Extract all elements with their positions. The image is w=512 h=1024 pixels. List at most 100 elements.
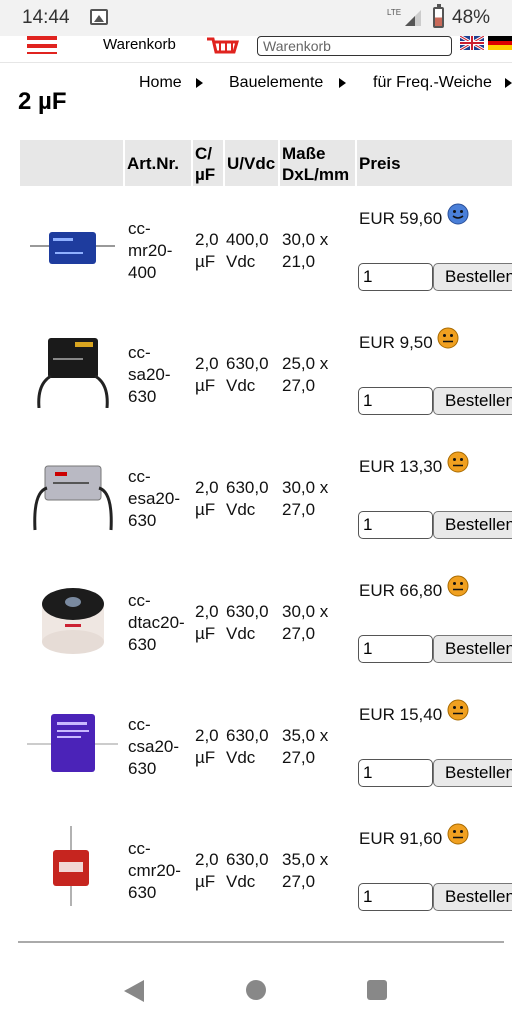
cap-value: 2,0 [195,478,219,497]
price: EUR 15,40 [359,705,443,724]
quantity-input[interactable] [358,387,433,415]
artnr-line: 630 [128,759,157,778]
page-title: 2 µF [18,88,67,115]
artnr-cell[interactable]: cc- esa20- 630 [128,466,180,532]
flag-uk-icon[interactable] [460,36,484,50]
size-line: 30,0 x [282,602,329,621]
order-button[interactable]: Bestellen [433,759,512,787]
artnr-line: sa20- [128,365,171,384]
order-button[interactable]: Bestellen [433,263,512,291]
size-cell: 35,0 x 27,0 [282,849,328,893]
product-image[interactable] [25,206,120,286]
price: EUR 13,30 [359,457,443,476]
artnr-cell[interactable]: cc- mr20- 400 [128,218,172,284]
product-image[interactable] [25,580,120,660]
gallery-icon [90,9,108,25]
voltage-value: 400,0 [226,230,269,249]
price: EUR 66,80 [359,581,443,600]
order-button[interactable]: Bestellen [433,883,512,911]
size-line: 30,0 x [282,478,329,497]
size-line: 27,0 [282,748,316,767]
voltage-value: 630,0 [226,850,269,869]
chevron-right-icon [505,78,512,88]
table-row: cc- esa20- 630 2,0 µF 630,0 Vdc 30,0 x 2… [0,444,512,568]
product-image[interactable] [25,706,120,786]
cap-value: 2,0 [195,602,219,621]
artnr-cell[interactable]: cc- sa20- 630 [128,342,171,408]
table-row: cc- cmr20- 630 2,0 µF 630,0 Vdc 35,0 x 2… [0,816,512,940]
column-divider [191,140,193,186]
battery-icon [433,4,444,28]
size-cell: 30,0 x 27,0 [282,601,328,645]
artnr-cell[interactable]: cc- csa20- 630 [128,714,179,780]
artnr-line: 400 [128,263,157,282]
size-line: 35,0 x [282,726,329,745]
quantity-input[interactable] [358,635,433,663]
cap-cell: 2,0 µF [195,601,219,645]
cap-unit: µF [195,252,216,271]
cap-cell: 2,0 µF [195,229,219,273]
order-button[interactable]: Bestellen [433,511,512,539]
product-image[interactable] [25,454,120,534]
menu-icon[interactable] [27,36,57,54]
artnr-line: cc- [128,219,151,238]
voltage-cell: 400,0 Vdc [226,229,269,273]
smiley-blue-icon [447,203,469,225]
product-image[interactable] [25,826,120,906]
artnr-line: dtac20- [128,613,185,632]
size-cell: 25,0 x 27,0 [282,353,328,397]
product-image[interactable] [25,328,120,408]
status-time: 14:44 [22,7,70,28]
voltage-value: 630,0 [226,602,269,621]
home-icon[interactable] [246,980,266,1000]
cart-icon[interactable] [205,36,239,56]
order-button[interactable]: Bestellen [433,387,512,415]
artnr-line: 630 [128,511,157,530]
breadcrumb-bauelemente[interactable]: Bauelemente [229,74,323,92]
search-input[interactable] [257,36,452,56]
price: EUR 59,60 [359,209,443,228]
cap-cell: 2,0 µF [195,725,219,769]
artnr-line: cc- [128,467,151,486]
quantity-input[interactable] [358,263,433,291]
artnr-line: 630 [128,387,157,406]
voltage-unit: Vdc [226,872,256,891]
voltage-unit: Vdc [226,748,256,767]
artnr-line: csa20- [128,737,180,756]
header-size: Maße DxL/mm [282,143,350,185]
header-price: Preis [359,153,401,174]
artnr-cell[interactable]: cc- dtac20- 630 [128,590,185,656]
column-divider [123,140,125,186]
voltage-unit: Vdc [226,252,256,271]
artnr-line: 630 [128,883,157,902]
size-line: 27,0 [282,872,316,891]
size-line: 27,0 [282,624,316,643]
cap-cell: 2,0 µF [195,353,219,397]
cap-unit: µF [195,376,216,395]
recents-icon[interactable] [367,980,387,1000]
quantity-input[interactable] [358,759,433,787]
breadcrumb-freq-weiche[interactable]: für Freq.-Weiche [373,74,492,92]
price: EUR 91,60 [359,829,443,848]
order-button[interactable]: Bestellen [433,635,512,663]
column-divider [223,140,225,186]
voltage-cell: 630,0 Vdc [226,849,269,893]
size-line: 30,0 x [282,230,329,249]
back-icon[interactable] [124,980,144,1002]
artnr-line: cc- [128,715,151,734]
table-row: cc- csa20- 630 2,0 µF 630,0 Vdc 35,0 x 2… [0,692,512,816]
system-nav-bar [0,956,512,1024]
breadcrumb-home[interactable]: Home [139,74,182,92]
table-row: cc- mr20- 400 2,0 µF 400,0 Vdc 30,0 x 21… [0,196,512,320]
voltage-cell: 630,0 Vdc [226,601,269,645]
cap-value: 2,0 [195,726,219,745]
quantity-input[interactable] [358,883,433,911]
header-cap-line1: C/ [195,144,212,163]
artnr-line: cc- [128,591,151,610]
size-line: 21,0 [282,252,316,271]
artnr-cell[interactable]: cc- cmr20- 630 [128,838,181,904]
flag-de-icon[interactable] [488,36,512,50]
voltage-value: 630,0 [226,354,269,373]
quantity-input[interactable] [358,511,433,539]
cart-link[interactable]: Warenkorb [103,36,176,53]
